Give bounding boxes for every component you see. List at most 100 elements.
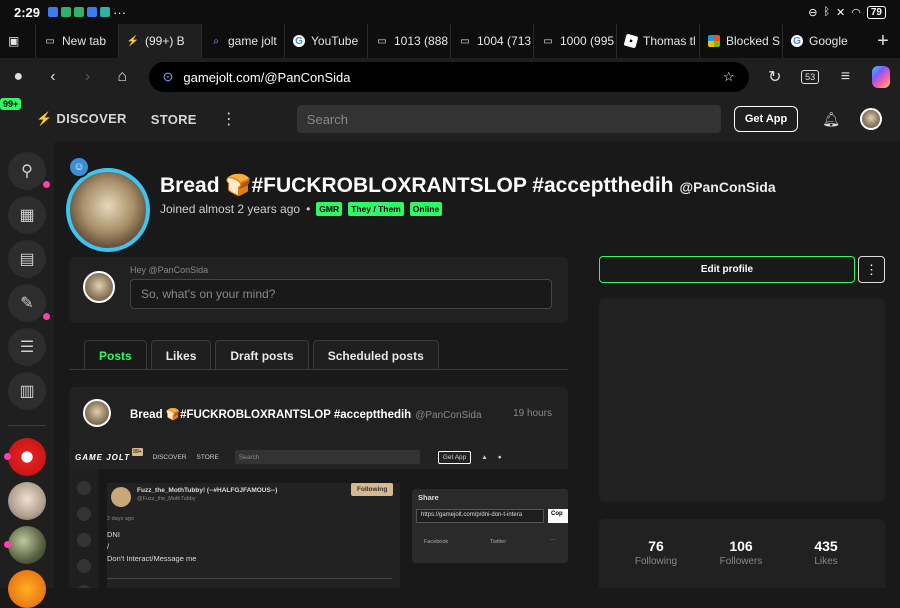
- notification-icon: [74, 7, 85, 17]
- tab-1013[interactable]: ▭ 1013 (888: [368, 24, 451, 58]
- tab-likes[interactable]: Likes: [150, 340, 212, 370]
- profile-stats: 76 Following 106 Followers 435 Likes: [599, 519, 885, 588]
- gamejolt-icon: ⚡: [126, 35, 140, 47]
- community-avatar[interactable]: [8, 570, 46, 608]
- sidebar-divider: [8, 425, 46, 426]
- tab-gamejolt-active[interactable]: ⚡ (99+) B: [119, 24, 202, 58]
- tab-youtube[interactable]: G YouTube: [285, 24, 368, 58]
- tab-google[interactable]: G Google: [783, 24, 866, 58]
- get-app-button[interactable]: Get App: [733, 106, 799, 132]
- discover-link[interactable]: ⚡ DISCOVER: [36, 111, 127, 127]
- tab-1004[interactable]: ▭ 1004 (713: [451, 24, 534, 58]
- refresh-icon[interactable]: ↻: [767, 67, 784, 87]
- url-text[interactable]: gamejolt.com/@PanConSida: [183, 70, 712, 85]
- search-input[interactable]: Search: [296, 105, 721, 133]
- dnd-icon: ⊖: [808, 6, 818, 19]
- home-icon[interactable]: ⌂: [114, 68, 131, 86]
- roblox-icon: ▪: [623, 33, 639, 49]
- stat-likes[interactable]: 435 Likes: [791, 538, 861, 567]
- more-notifications-icon: ···: [113, 4, 127, 20]
- bell-icon[interactable]: 🔔︎: [822, 111, 840, 128]
- notification-icon: [48, 7, 59, 17]
- gamejolt-sidebar: ⚲ ▦ ▤ ✎ ☰ ▥: [0, 142, 54, 608]
- shot-search: Search: [234, 450, 420, 464]
- site-info-icon[interactable]: ⊙: [163, 69, 174, 85]
- favorite-star-icon[interactable]: ☆: [723, 69, 735, 85]
- composer-input[interactable]: So, what's on your mind?: [130, 279, 552, 309]
- shot-sidebar-icon: [77, 507, 91, 521]
- tab-count-button[interactable]: 53: [801, 70, 820, 84]
- address-toolbar: ● ‹ › ⌂ ⊙ gamejolt.com/@PanConSida ☆ ↻ 5…: [0, 58, 900, 96]
- profile-more-button[interactable]: ⋮: [858, 256, 885, 283]
- search-icon: ⌕: [213, 35, 219, 47]
- profile-icon[interactable]: ●: [10, 68, 27, 86]
- sidebar-item-library[interactable]: ▥: [8, 372, 46, 410]
- shot-post-time: 2 days ago: [107, 516, 134, 522]
- post-author[interactable]: Bread 🍞#FUCKROBLOXRANTSLOP #acceptthedih…: [130, 407, 482, 421]
- tab-thomas[interactable]: ▪ Thomas tl: [617, 24, 700, 58]
- sidebar-item-shop[interactable]: ▦: [8, 196, 46, 234]
- profile-handle: @PanConSida: [679, 179, 776, 195]
- shot-sidebar-icon: [77, 533, 91, 547]
- tab-label: 1000 (995: [560, 34, 615, 48]
- edit-profile-button[interactable]: Edit profile: [599, 256, 855, 283]
- sidebar-item-quests[interactable]: ✎: [8, 284, 50, 322]
- tab-scheduled-posts[interactable]: Scheduled posts: [312, 340, 439, 370]
- sidebar-item-activity[interactable]: ⚲: [8, 152, 50, 190]
- post-author-avatar[interactable]: [83, 399, 111, 427]
- shot-sidebar-icon: [77, 481, 91, 495]
- stat-following[interactable]: 76 Following: [621, 538, 691, 567]
- shot-store: STORE: [196, 453, 219, 461]
- status-right: ⊖ ᛒ ✕ ◠ 79: [808, 5, 886, 19]
- notification-icon: [61, 7, 72, 17]
- user-avatar[interactable]: [860, 108, 882, 130]
- stat-value: 435: [814, 538, 838, 554]
- profile-name: Bread 🍞#FUCKROBLOXRANTSLOP #acceptthedih…: [160, 174, 776, 198]
- tabs-divider: [69, 369, 568, 370]
- tabs-icon: ▣: [8, 34, 20, 48]
- stat-label: Followers: [719, 556, 763, 567]
- shot-user-name: Fuzz_the_MothTubby! (--#HALFGJFAMOUS--): [137, 487, 278, 494]
- tab-label: New tab: [62, 34, 107, 48]
- notify-dot: [43, 313, 50, 320]
- profile-avatar[interactable]: [66, 168, 150, 252]
- tab-posts[interactable]: Posts: [84, 340, 147, 370]
- menu-icon[interactable]: ≡: [837, 68, 854, 86]
- post-image-screenshot[interactable]: GAME JOLT 99+ DISCOVER STORE Search Get …: [69, 445, 568, 588]
- library-icon: ▥: [19, 383, 35, 400]
- google-icon: G: [791, 35, 803, 47]
- post-author-name: Bread 🍞#FUCKROBLOXRANTSLOP #acceptthedih: [130, 409, 412, 421]
- post-author-handle: @PanConSida: [415, 410, 482, 421]
- shot-facebook: Facebook: [424, 539, 449, 545]
- back-icon[interactable]: ‹: [45, 68, 62, 86]
- sidebar-item-chat[interactable]: ☰: [8, 328, 46, 366]
- backpack-icon: ▤: [19, 251, 35, 268]
- post-composer: Hey @PanConSida So, what's on your mind?: [69, 257, 568, 323]
- tab-1000[interactable]: ▭ 1000 (995: [534, 24, 617, 58]
- page-icon: ▭: [543, 35, 553, 47]
- community-avatar[interactable]: [8, 482, 46, 520]
- more-menu-icon[interactable]: ⋮: [221, 109, 237, 129]
- tab-label: Blocked S: [726, 34, 781, 48]
- community-avatar[interactable]: [4, 438, 46, 476]
- tab-overview-button[interactable]: ▣: [0, 24, 36, 58]
- tab-draft-posts[interactable]: Draft posts: [215, 340, 309, 370]
- tab-search[interactable]: ⌕ game jolt: [202, 24, 285, 58]
- sidebar-item-backpack[interactable]: ▤: [8, 240, 46, 278]
- tab-blocked[interactable]: Blocked S: [700, 24, 783, 58]
- avatar-frame-badge-icon: ☺: [68, 156, 90, 178]
- forward-icon[interactable]: ›: [79, 68, 96, 86]
- community-avatar[interactable]: [4, 526, 46, 564]
- new-tab-button[interactable]: +: [866, 30, 900, 53]
- profile-meta: Joined almost 2 years ago • GMR They / T…: [160, 202, 443, 216]
- tab-new-tab[interactable]: ▭ New tab: [36, 24, 119, 58]
- tag-gmr: GMR: [316, 202, 343, 216]
- address-bar[interactable]: ⊙ gamejolt.com/@PanConSida ☆: [148, 62, 749, 92]
- copilot-icon[interactable]: [871, 66, 891, 88]
- profile-side-panel: [599, 298, 885, 502]
- post-card[interactable]: Bread 🍞#FUCKROBLOXRANTSLOP #acceptthedih…: [69, 387, 568, 588]
- store-link[interactable]: STORE: [151, 112, 197, 127]
- stat-followers[interactable]: 106 Followers: [706, 538, 776, 567]
- mute-icon: ✕: [836, 6, 846, 19]
- shot-topbar: GAME JOLT 99+ DISCOVER STORE Search Get …: [69, 445, 568, 469]
